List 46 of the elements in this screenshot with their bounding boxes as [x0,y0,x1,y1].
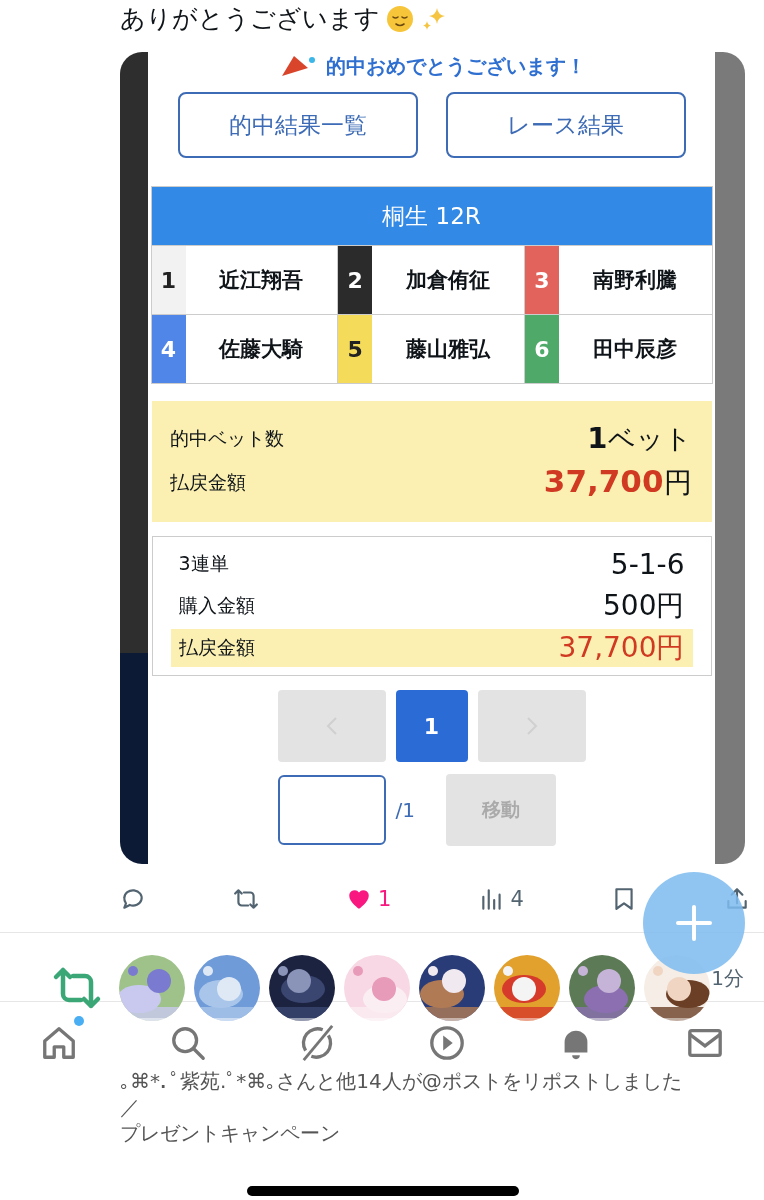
detail-label: 払戻金額 [178,635,255,660]
detail-label: 購入金額 [178,593,255,618]
payout-label: 払戻金額 [169,469,247,495]
racer-number: 2 [338,246,373,314]
racer-name: 加倉侑征 [405,267,491,294]
racer-number: 1 [151,246,186,314]
page-total: /1 [395,798,416,822]
repost-icon [52,966,102,1010]
racer-name: 藤山雅弘 [405,336,492,363]
views-count: 4 [510,887,524,911]
home-icon[interactable] [40,1024,78,1062]
hit-bets-label: 的中ベット数 [169,426,285,451]
detail-value: 37,700円 [558,630,685,666]
payout-unit: 円 [663,465,692,501]
race-title: 桐生 12R [151,187,712,245]
racer-name: 佐藤大騎 [217,336,305,363]
banner-title: 的中おめでとうございます！ [325,54,586,78]
detail-value: 5-1-6 [610,547,685,581]
page-button[interactable]: 1 [395,690,468,762]
like-count: 1 [378,887,392,911]
reply-icon[interactable] [120,886,146,912]
racer-name: 近江翔吾 [218,267,305,294]
timestamp: 1分 [711,965,744,992]
racer-number: 4 [151,315,186,383]
racer-name: 田中辰彦 [592,336,679,363]
outline-button[interactable]: レース結果 [445,92,686,158]
racer-number: 6 [524,315,559,383]
repost-icon[interactable] [233,886,260,912]
page-input-field[interactable] [277,775,386,845]
repost-notification-text: ｡⌘*.ﾟ紫苑.ﾟ*⌘｡さんと他14人が@ポストをリポストしました [120,1068,683,1094]
play-circle-icon[interactable] [427,1024,466,1062]
racer-number: 3 [524,246,559,314]
tweet-text: ありがとうございます [120,3,380,35]
racer-number: 5 [338,315,373,383]
search-icon[interactable] [169,1024,208,1062]
racer-name: 南野利騰 [592,267,679,294]
payout-amount: 37,700 [543,463,664,499]
post-preview-line: ／ [120,1094,141,1120]
outline-button[interactable]: 的中結果一覧 [177,92,418,158]
post-preview-line: プレゼントキャンペーン [120,1120,341,1146]
hit-bets-count: 1 [587,421,608,455]
detail-value: 500円 [603,588,685,624]
plus-icon [676,905,712,941]
detail-label: 3連単 [178,551,229,576]
relieved-face-icon [386,4,414,33]
hit-bets-unit: ベット [607,422,692,456]
